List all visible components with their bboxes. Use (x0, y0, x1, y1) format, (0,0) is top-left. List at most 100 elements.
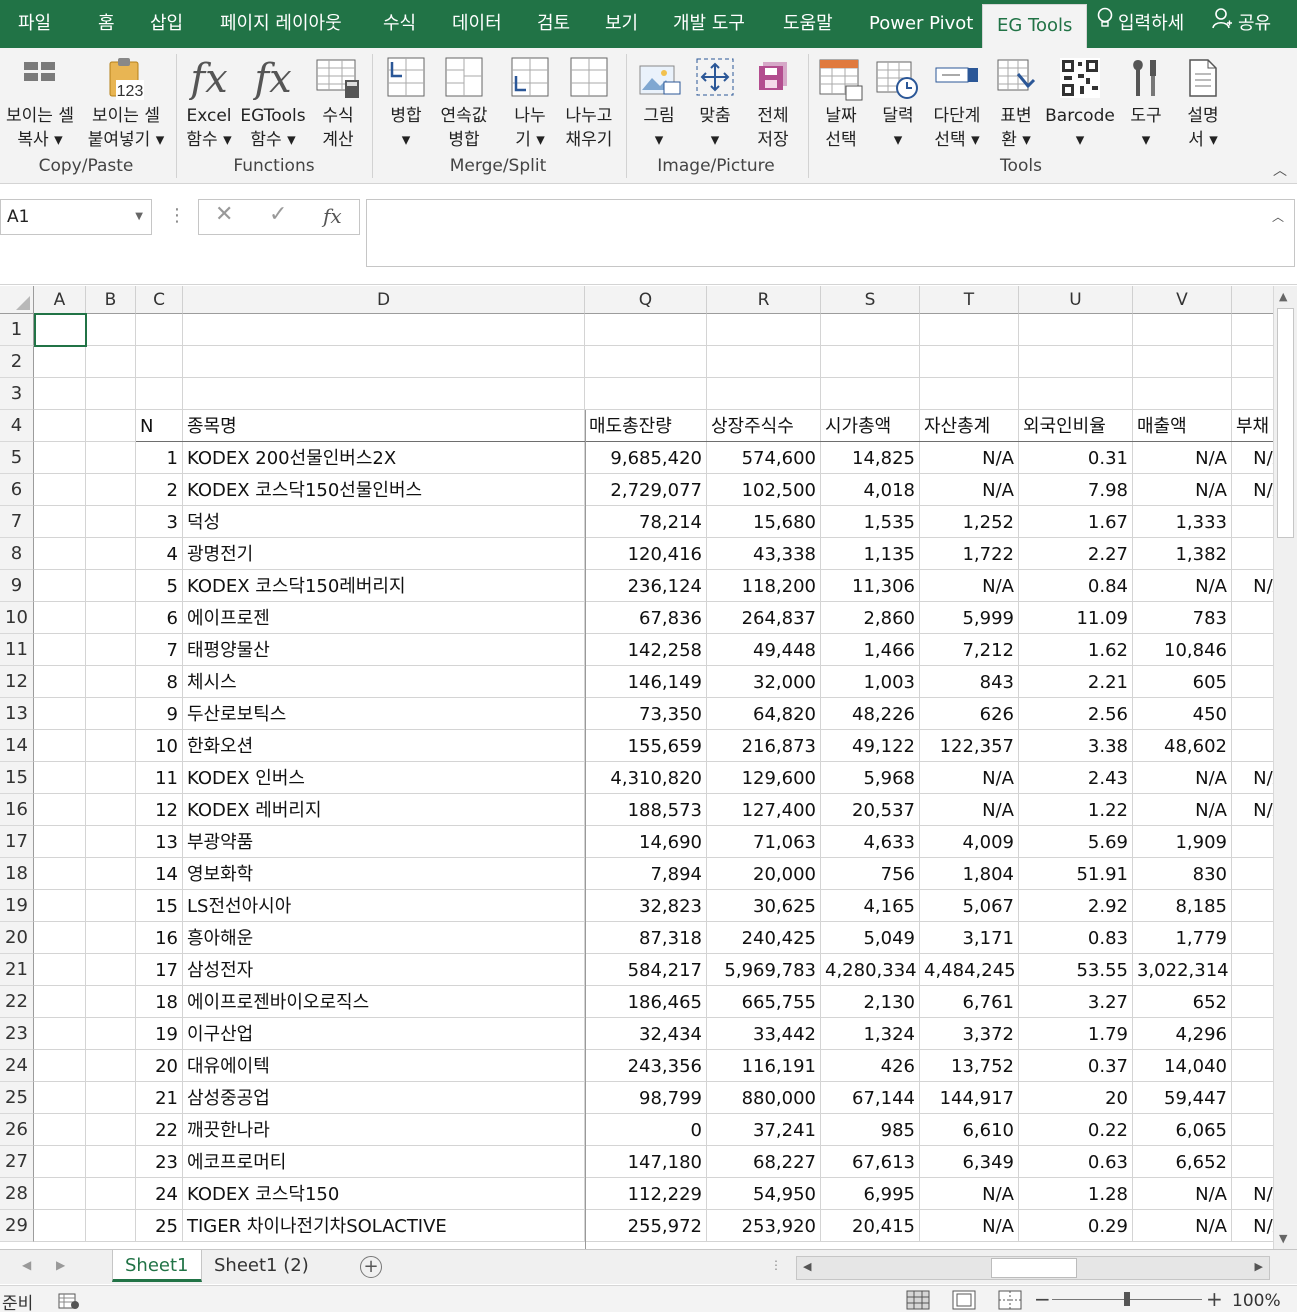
table-cell[interactable] (707, 346, 821, 378)
table-cell[interactable]: 30,625 (707, 890, 821, 922)
table-cell[interactable]: 9 (136, 698, 183, 730)
stock-name-cell[interactable]: 에이프로젠 (183, 602, 585, 634)
table-cell[interactable] (1232, 666, 1273, 698)
table-cell[interactable]: 142,258 (585, 634, 707, 666)
table-cell[interactable]: 1,382 (1133, 538, 1232, 570)
table-cell[interactable] (34, 1082, 86, 1114)
stock-name-cell[interactable]: 한화오션 (183, 730, 585, 762)
formula-input[interactable]: ︿ (366, 199, 1295, 267)
stock-name-cell[interactable]: KODEX 코스닥150레버리지 (183, 570, 585, 602)
table-cell[interactable]: 67,836 (585, 602, 707, 634)
table-cell[interactable]: 5,969,783 (707, 954, 821, 986)
egtools-functions-button[interactable]: fx EGTools 함수 ▾ (236, 48, 310, 150)
table-cell[interactable]: 253,920 (707, 1210, 821, 1242)
table-cell[interactable]: 118,200 (707, 570, 821, 602)
table-cell[interactable] (86, 346, 136, 378)
table-cell[interactable]: 53.55 (1019, 954, 1133, 986)
table-cell[interactable] (1232, 538, 1273, 570)
column-header[interactable]: C (136, 286, 183, 314)
select-all-corner[interactable] (0, 286, 34, 314)
column-header[interactable]: U (1019, 286, 1133, 314)
table-cell[interactable] (34, 1146, 86, 1178)
table-cell[interactable]: 155,659 (585, 730, 707, 762)
tab-review[interactable]: 검토 (537, 0, 570, 48)
table-cell[interactable]: 13,752 (920, 1050, 1019, 1082)
table-cell[interactable]: 264,837 (707, 602, 821, 634)
table-cell[interactable]: 2.92 (1019, 890, 1133, 922)
tab-split-handle-icon[interactable]: ⋮ (770, 1258, 782, 1272)
stock-name-cell[interactable]: 부광약품 (183, 826, 585, 858)
stock-name-cell[interactable]: 에이프로젠바이오로직스 (183, 986, 585, 1018)
table-cell[interactable]: 216,873 (707, 730, 821, 762)
table-cell[interactable]: 116,191 (707, 1050, 821, 1082)
stock-name-cell[interactable]: 영보화학 (183, 858, 585, 890)
multilevel-select-button[interactable]: 다단계 선택 ▾ (928, 48, 986, 150)
table-cell[interactable] (136, 346, 183, 378)
table-cell[interactable]: N/A (920, 1210, 1019, 1242)
table-cell[interactable] (183, 378, 585, 410)
table-cell[interactable] (1232, 1050, 1273, 1082)
table-cell[interactable]: 147,180 (585, 1146, 707, 1178)
table-cell[interactable]: 32,823 (585, 890, 707, 922)
table-cell[interactable]: 450 (1133, 698, 1232, 730)
table-cell[interactable]: 78,214 (585, 506, 707, 538)
paste-visible-cells-button[interactable]: 123 보이는 셀 붙여넣기 ▾ (82, 48, 170, 150)
table-cell[interactable]: 71,063 (707, 826, 821, 858)
table-cell[interactable]: 1.22 (1019, 794, 1133, 826)
table-cell[interactable] (1232, 314, 1273, 346)
table-cell[interactable]: 1 (136, 442, 183, 474)
table-cell[interactable]: 10 (136, 730, 183, 762)
table-cell[interactable]: 652 (1133, 986, 1232, 1018)
table-cell[interactable]: 4,310,820 (585, 762, 707, 794)
table-cell[interactable]: 8 (136, 666, 183, 698)
table-cell[interactable] (821, 314, 920, 346)
column-header[interactable]: V (1133, 286, 1232, 314)
table-cell[interactable]: 12 (136, 794, 183, 826)
table-cell[interactable] (86, 890, 136, 922)
table-cell[interactable] (86, 698, 136, 730)
table-cell[interactable]: 830 (1133, 858, 1232, 890)
table-cell[interactable] (86, 730, 136, 762)
table-cell[interactable]: 67,613 (821, 1146, 920, 1178)
table-cell[interactable] (86, 506, 136, 538)
table-cell[interactable]: 17 (136, 954, 183, 986)
table-cell[interactable]: 144,917 (920, 1082, 1019, 1114)
sheet-tab-sheet1[interactable]: Sheet1 (112, 1250, 202, 1282)
collapse-formula-icon[interactable]: ︿ (1272, 208, 1284, 225)
table-cell[interactable] (86, 954, 136, 986)
table-cell[interactable] (86, 570, 136, 602)
table-cell[interactable] (86, 858, 136, 890)
tab-help[interactable]: 도움말 (783, 0, 833, 48)
table-cell[interactable] (821, 346, 920, 378)
table-cell[interactable] (34, 570, 86, 602)
table-cell[interactable]: 2,860 (821, 602, 920, 634)
table-cell[interactable]: N/A (920, 570, 1019, 602)
table-cell[interactable] (707, 314, 821, 346)
column-header[interactable]: R (707, 286, 821, 314)
table-cell[interactable]: 0.84 (1019, 570, 1133, 602)
table-cell[interactable]: 14,690 (585, 826, 707, 858)
table-cell[interactable]: 7,894 (585, 858, 707, 890)
row-header[interactable]: 13 (0, 698, 34, 730)
table-cell[interactable] (34, 378, 86, 410)
table-cell[interactable]: 188,573 (585, 794, 707, 826)
stock-name-cell[interactable]: KODEX 코스닥150선물인버스 (183, 474, 585, 506)
zoom-in-icon[interactable]: + (1206, 1287, 1223, 1311)
row-header[interactable]: 26 (0, 1114, 34, 1146)
stock-name-cell[interactable]: KODEX 200선물인버스2X (183, 442, 585, 474)
table-cell[interactable]: 1,535 (821, 506, 920, 538)
table-cell[interactable] (34, 826, 86, 858)
table-cell[interactable] (34, 602, 86, 634)
table-cell[interactable]: 32,434 (585, 1018, 707, 1050)
table-cell[interactable]: 843 (920, 666, 1019, 698)
table-cell[interactable]: 3,372 (920, 1018, 1019, 1050)
table-cell[interactable] (1232, 698, 1273, 730)
table-cell[interactable] (1232, 858, 1273, 890)
copy-visible-cells-button[interactable]: 보이는 셀 복사 ▾ (0, 48, 80, 150)
table-cell[interactable]: 4 (136, 538, 183, 570)
table-cell[interactable]: 1,779 (1133, 922, 1232, 954)
table-cell[interactable] (1019, 346, 1133, 378)
table-cell[interactable]: N/A (1232, 570, 1273, 602)
table-cell[interactable] (34, 666, 86, 698)
table-transform-button[interactable]: 표변 환 ▾ (990, 48, 1042, 150)
